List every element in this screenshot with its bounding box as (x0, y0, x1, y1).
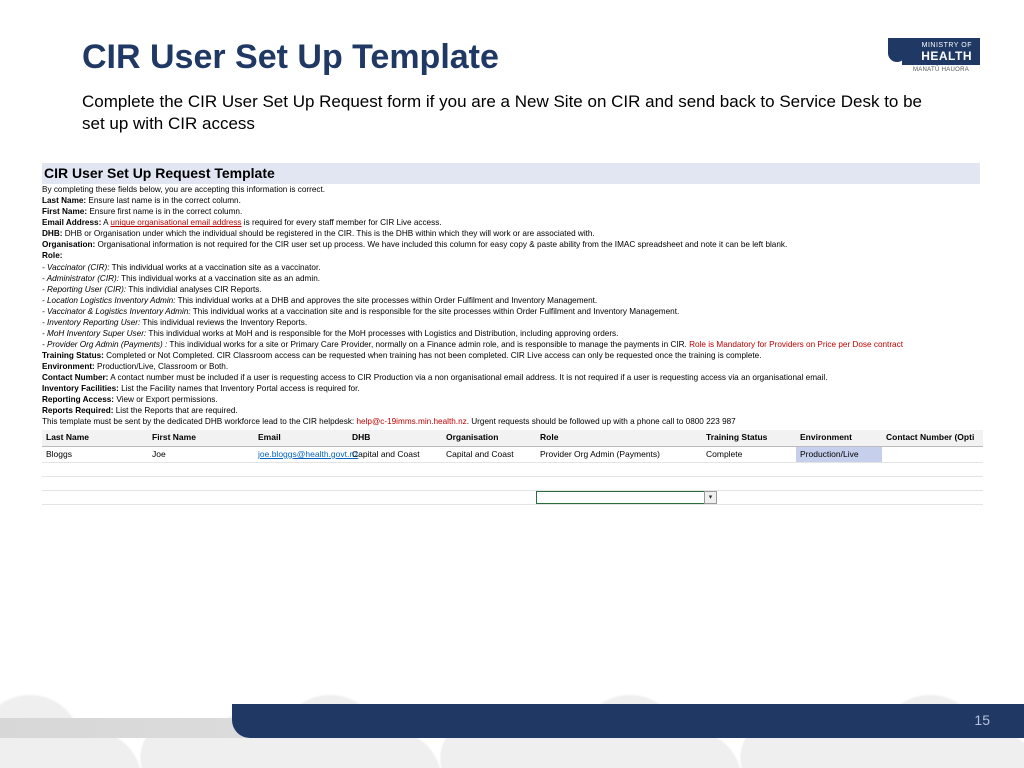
slide-description: Complete the CIR User Set Up Request for… (0, 85, 1024, 153)
email-link[interactable]: joe.bloggs@health.govt.nz (258, 449, 358, 459)
col-environment: Environment (796, 430, 882, 446)
table-row[interactable]: ▾ (42, 491, 983, 505)
col-last-name: Last Name (42, 430, 148, 446)
page-number: 15 (974, 712, 990, 728)
user-table: Last Name First Name Email DHB Organisat… (42, 430, 983, 505)
table-row[interactable] (42, 463, 983, 477)
col-training-status: Training Status (702, 430, 796, 446)
col-contact-number: Contact Number (Opti (882, 430, 983, 446)
page-title: CIR User Set Up Template (82, 38, 499, 77)
ministry-logo: MINISTRY OF HEALTH MANATŪ HAUORA (902, 38, 980, 73)
form-title: CIR User Set Up Request Template (42, 163, 980, 184)
col-first-name: First Name (148, 430, 254, 446)
footer-band: 15 (0, 704, 1024, 738)
table-row[interactable]: Bloggs Joe joe.bloggs@health.govt.nz Cap… (42, 446, 983, 462)
col-organisation: Organisation (442, 430, 536, 446)
form-screenshot: CIR User Set Up Request Template By comp… (0, 153, 1024, 505)
table-header-row: Last Name First Name Email DHB Organisat… (42, 430, 983, 446)
col-email: Email (254, 430, 348, 446)
col-role: Role (536, 430, 702, 446)
table-row[interactable] (42, 477, 983, 491)
role-dropdown[interactable] (536, 491, 709, 504)
col-dhb: DHB (348, 430, 442, 446)
